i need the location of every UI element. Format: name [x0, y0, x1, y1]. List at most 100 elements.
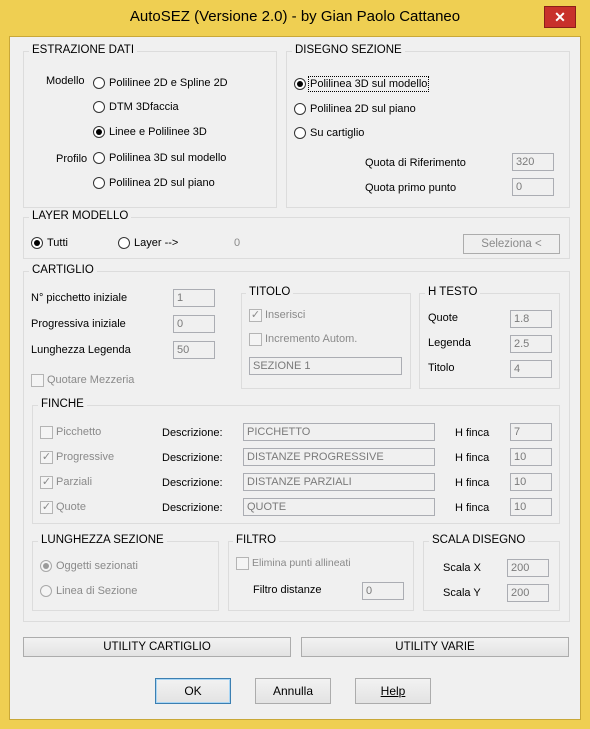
finca-progressive-h-label: H finca: [455, 452, 490, 464]
incremento-autom-checkbox[interactable]: [249, 333, 262, 346]
lunghezza-legenda-label: Lunghezza Legenda: [31, 344, 131, 356]
scala-x-input[interactable]: 200: [507, 559, 549, 577]
radio-layer-specifico-label[interactable]: Layer -->: [134, 237, 178, 249]
inserisci-label[interactable]: Inserisci: [265, 309, 305, 321]
layer-modello-title: LAYER MODELLO: [29, 210, 132, 222]
finca-parziali-desc-label: Descrizione:: [162, 477, 223, 489]
finca-parziali-label[interactable]: Parziali: [56, 476, 92, 488]
finca-quote-h-input[interactable]: 10: [510, 498, 552, 516]
elimina-punti-label[interactable]: Elimina punti allineati: [252, 557, 351, 569]
radio-layer-specifico[interactable]: [118, 237, 130, 249]
titolo-input[interactable]: SEZIONE 1: [249, 357, 402, 375]
close-button[interactable]: ✕: [544, 6, 576, 28]
radio-layer-tutti[interactable]: [31, 237, 43, 249]
h-quote-input[interactable]: 1.8: [510, 310, 552, 328]
elimina-punti-checkbox[interactable]: [236, 557, 249, 570]
progressiva-iniziale-input[interactable]: 0: [173, 315, 215, 333]
finca-progressive-label[interactable]: Progressive: [56, 451, 114, 463]
finca-quote-desc-input[interactable]: QUOTE: [243, 498, 435, 516]
seleziona-button[interactable]: Seleziona <: [463, 234, 560, 254]
radio-layer-tutti-label[interactable]: Tutti: [47, 237, 68, 249]
finche-title: FINCHE: [38, 398, 87, 410]
filtro-distanze-input[interactable]: 0: [362, 582, 404, 600]
lunghezza-sezione-title: LUNGHEZZA SEZIONE: [38, 534, 167, 546]
h-testo-title: H TESTO: [425, 286, 481, 298]
radio-linea-sezione-label[interactable]: Linea di Sezione: [56, 585, 137, 597]
radio-polilinee-2d-spline[interactable]: [93, 77, 105, 89]
finca-picchetto-h-label: H finca: [455, 427, 490, 439]
radio-linee-polilinee-3d-label[interactable]: Linee e Polilinee 3D: [109, 126, 207, 138]
radio-disegno-polilinea-2d-label[interactable]: Polilinea 2D sul piano: [310, 103, 416, 115]
utility-cartiglio-button[interactable]: UTILITY CARTIGLIO: [23, 637, 291, 657]
radio-su-cartiglio[interactable]: [294, 127, 306, 139]
layer-value: 0: [234, 237, 241, 249]
filtro-distanze-label: Filtro distanze: [253, 584, 322, 596]
finca-quote-h-label: H finca: [455, 502, 490, 514]
radio-su-cartiglio-label[interactable]: Su cartiglio: [310, 127, 364, 139]
radio-profilo-polilinea-2d-label[interactable]: Polilinea 2D sul piano: [109, 177, 215, 189]
filtro-title: FILTRO: [233, 534, 280, 546]
scala-y-label: Scala Y: [443, 587, 481, 599]
quota-primo-input[interactable]: 0: [512, 178, 554, 196]
window-title: AutoSEZ (Versione 2.0) - by Gian Paolo C…: [129, 8, 461, 25]
radio-disegno-polilinea-3d-label[interactable]: Polilinea 3D sul modello: [307, 76, 430, 92]
finca-picchetto-desc-input[interactable]: PICCHETTO: [243, 423, 435, 441]
finca-picchetto-label[interactable]: Picchetto: [56, 426, 101, 438]
progressiva-iniziale-label: Progressiva iniziale: [31, 318, 126, 330]
quota-primo-label: Quota primo punto: [365, 182, 457, 194]
h-legenda-input[interactable]: 2.5: [510, 335, 552, 353]
finca-progressive-desc-input[interactable]: DISTANZE PROGRESSIVE: [243, 448, 435, 466]
profilo-label: Profilo: [56, 153, 88, 165]
annulla-button[interactable]: Annulla: [255, 678, 331, 704]
disegno-sezione-title: DISEGNO SEZIONE: [292, 44, 405, 56]
radio-profilo-polilinea-3d-label[interactable]: Polilinea 3D sul modello: [109, 152, 226, 164]
radio-oggetti-sezionati-label[interactable]: Oggetti sezionati: [56, 560, 138, 572]
picchetto-iniziale-input[interactable]: 1: [173, 289, 215, 307]
finca-parziali-h-input[interactable]: 10: [510, 473, 552, 491]
radio-profilo-polilinea-2d[interactable]: [93, 177, 105, 189]
finca-parziali-desc-input[interactable]: DISTANZE PARZIALI: [243, 473, 435, 491]
h-legenda-label: Legenda: [428, 337, 471, 349]
radio-polilinee-2d-spline-label[interactable]: Polilinee 2D e Spline 2D: [109, 77, 228, 89]
quota-riferimento-label: Quota di Riferimento: [365, 157, 466, 169]
radio-linee-polilinee-3d[interactable]: [93, 126, 105, 138]
incremento-autom-label[interactable]: Incremento Autom.: [265, 333, 357, 345]
quota-riferimento-input[interactable]: 320: [512, 153, 554, 171]
picchetto-iniziale-label: N° picchetto iniziale: [31, 292, 128, 304]
titolo-title: TITOLO: [246, 286, 294, 298]
radio-oggetti-sezionati[interactable]: [40, 560, 52, 572]
h-titolo-input[interactable]: 4: [510, 360, 552, 378]
finca-progressive-checkbox[interactable]: ✓: [40, 451, 53, 464]
radio-profilo-polilinea-3d[interactable]: [93, 152, 105, 164]
finca-quote-label[interactable]: Quote: [56, 501, 86, 513]
scala-disegno-title: SCALA DISEGNO: [429, 534, 529, 546]
radio-dtm-3dfaccia-label[interactable]: DTM 3Dfaccia: [109, 101, 179, 113]
quotare-mezzeria-label[interactable]: Quotare Mezzeria: [47, 374, 134, 386]
radio-disegno-polilinea-2d[interactable]: [294, 103, 306, 115]
radio-dtm-3dfaccia[interactable]: [93, 101, 105, 113]
finca-picchetto-h-input[interactable]: 7: [510, 423, 552, 441]
utility-varie-button[interactable]: UTILITY VARIE: [301, 637, 569, 657]
finca-picchetto-desc-label: Descrizione:: [162, 427, 223, 439]
radio-linea-sezione[interactable]: [40, 585, 52, 597]
finca-parziali-h-label: H finca: [455, 477, 490, 489]
estrazione-dati-title: ESTRAZIONE DATI: [29, 44, 138, 56]
quotare-mezzeria-checkbox[interactable]: [31, 374, 44, 387]
finca-picchetto-checkbox[interactable]: [40, 426, 53, 439]
filtro-group: [228, 541, 414, 611]
modello-label: Modello: [46, 75, 85, 87]
inserisci-checkbox[interactable]: ✓: [249, 309, 262, 322]
finca-quote-desc-label: Descrizione:: [162, 502, 223, 514]
finca-progressive-desc-label: Descrizione:: [162, 452, 223, 464]
finca-parziali-checkbox[interactable]: ✓: [40, 476, 53, 489]
h-quote-label: Quote: [428, 312, 458, 324]
finca-progressive-h-input[interactable]: 10: [510, 448, 552, 466]
lunghezza-sezione-group: [32, 541, 219, 611]
radio-disegno-polilinea-3d[interactable]: [294, 78, 306, 90]
h-titolo-label: Titolo: [428, 362, 455, 374]
help-button[interactable]: Help: [355, 678, 431, 704]
lunghezza-legenda-input[interactable]: 50: [173, 341, 215, 359]
scala-y-input[interactable]: 200: [507, 584, 549, 602]
ok-button[interactable]: OK: [155, 678, 231, 704]
finca-quote-checkbox[interactable]: ✓: [40, 501, 53, 514]
